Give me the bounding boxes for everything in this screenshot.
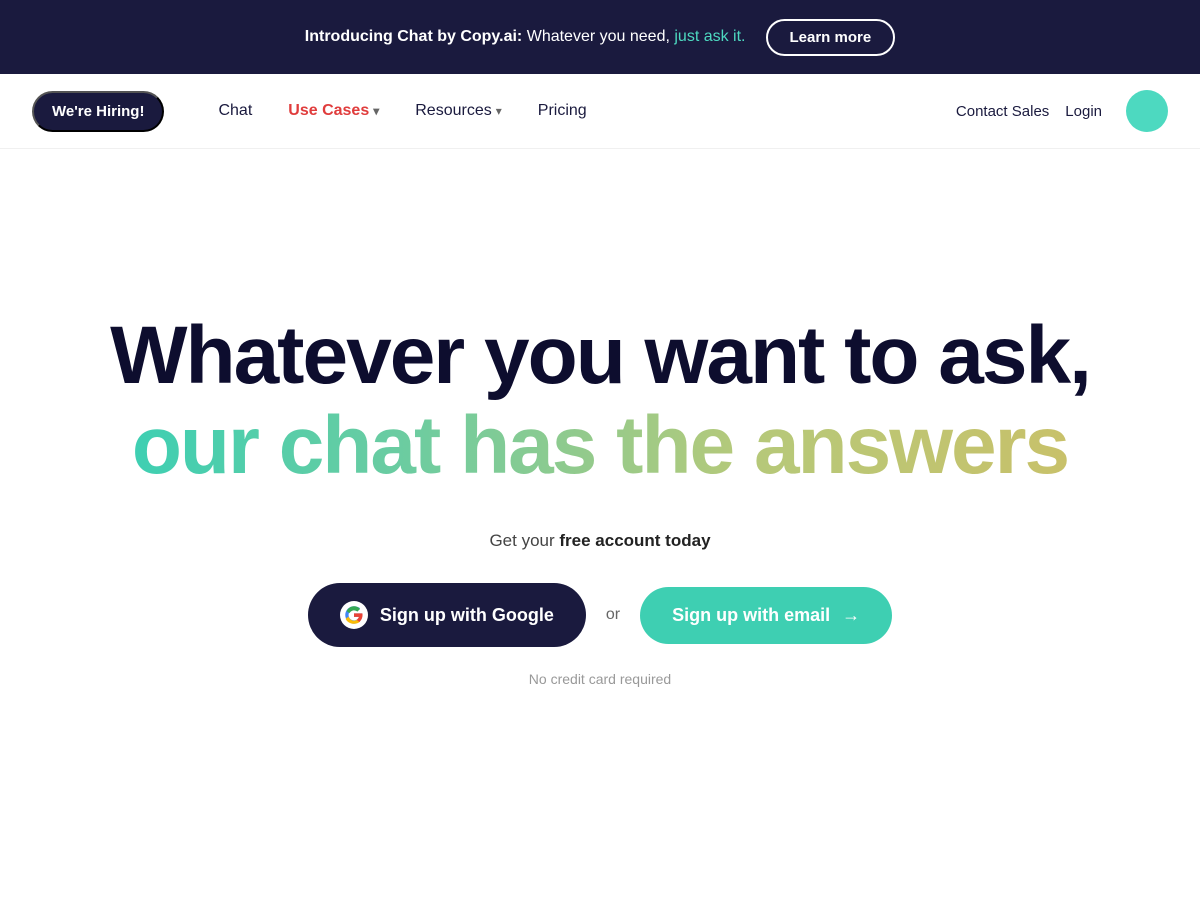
nav-use-cases[interactable]: Use Cases ▾ xyxy=(274,94,393,128)
cta-row: Sign up with Google or Sign up with emai… xyxy=(308,583,892,647)
or-divider: or xyxy=(606,606,620,624)
top-banner: Introducing Chat by Copy.ai: Whatever yo… xyxy=(0,0,1200,74)
nav-use-cases-label: Use Cases xyxy=(288,102,369,120)
nav-pricing[interactable]: Pricing xyxy=(524,94,601,128)
login-link[interactable]: Login xyxy=(1065,103,1102,120)
chevron-down-icon: ▾ xyxy=(496,104,502,118)
nav-links: Chat Use Cases ▾ Resources ▾ Pricing xyxy=(204,94,955,128)
hero-title-line2: our chat has the answers xyxy=(132,401,1068,491)
contact-sales-link[interactable]: Contact Sales xyxy=(956,103,1049,120)
no-credit-text: No credit card required xyxy=(529,671,671,687)
navbar: We're Hiring! Chat Use Cases ▾ Resources… xyxy=(0,74,1200,149)
nav-resources-label: Resources xyxy=(415,102,491,120)
signup-email-label: Sign up with email xyxy=(672,605,830,626)
google-icon xyxy=(340,601,368,629)
banner-intro: Introducing Chat by Copy.ai: xyxy=(305,28,522,45)
arrow-icon: → xyxy=(842,605,860,626)
hero-subtitle: Get your free account today xyxy=(489,531,710,551)
nav-chat[interactable]: Chat xyxy=(204,94,266,128)
avatar xyxy=(1126,90,1168,132)
signup-email-button[interactable]: Sign up with email → xyxy=(640,587,892,644)
subtitle-bold: free account today xyxy=(559,531,710,550)
signup-google-button[interactable]: Sign up with Google xyxy=(308,583,586,647)
banner-teal: just ask it. xyxy=(674,28,745,45)
nav-right: Contact Sales Login xyxy=(956,90,1168,132)
signup-google-label: Sign up with Google xyxy=(380,605,554,626)
chevron-down-icon: ▾ xyxy=(373,104,379,118)
banner-text: Introducing Chat by Copy.ai: Whatever yo… xyxy=(305,28,746,46)
hero-title-line1: Whatever you want to ask, xyxy=(110,311,1090,401)
nav-resources[interactable]: Resources ▾ xyxy=(401,94,516,128)
hero-section: Whatever you want to ask, our chat has t… xyxy=(0,149,1200,829)
learn-more-button[interactable]: Learn more xyxy=(766,19,896,56)
hiring-badge-button[interactable]: We're Hiring! xyxy=(32,91,164,132)
banner-mid: Whatever you need, xyxy=(522,28,674,45)
subtitle-pre: Get your xyxy=(489,531,559,550)
